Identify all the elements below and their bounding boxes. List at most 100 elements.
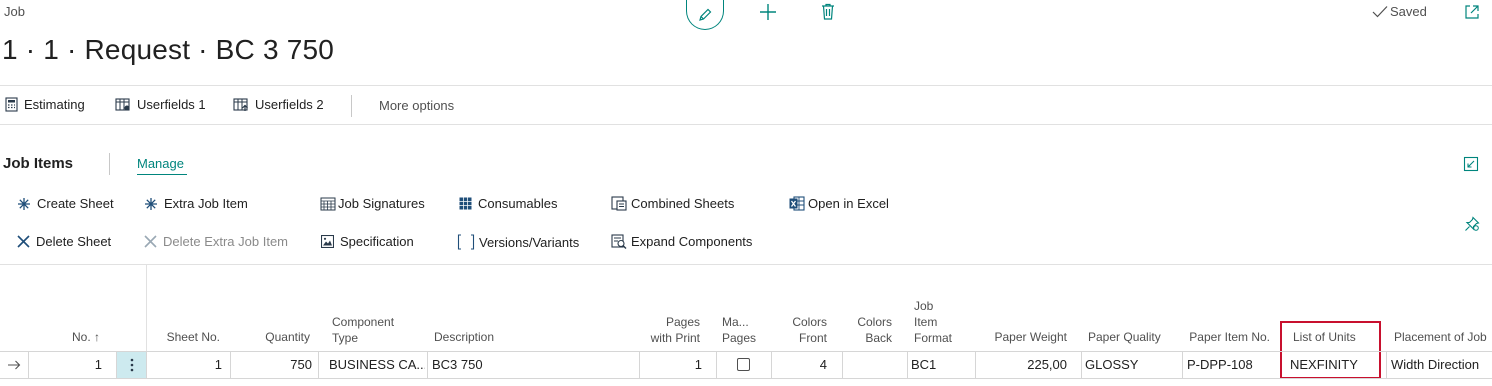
- delete-sheet-action[interactable]: Delete Sheet: [17, 234, 111, 249]
- row-menu-icon: [130, 358, 133, 372]
- delete-extra-job-item-label: Delete Extra Job Item: [163, 234, 288, 249]
- plus-icon: [760, 4, 776, 20]
- combined-sheets-icon: [611, 196, 627, 211]
- cell-paper-weight[interactable]: 225,00: [979, 352, 1067, 378]
- col-header-paper-item-no[interactable]: Paper Item No.: [1180, 329, 1270, 345]
- estimating-action[interactable]: Estimating: [5, 97, 85, 112]
- grid-left-gutter-line: [146, 265, 147, 351]
- col-header-no[interactable]: No. ↑: [40, 329, 100, 345]
- cell-no[interactable]: 1: [30, 352, 102, 378]
- col-header-colors-back[interactable]: Colors Back: [840, 314, 892, 346]
- saved-label: Saved: [1390, 4, 1427, 19]
- cell-divider: [716, 352, 717, 378]
- userfields-icon: [115, 98, 130, 111]
- cell-component-type[interactable]: BUSINESS CA...: [329, 352, 425, 378]
- col-header-description[interactable]: Description: [434, 329, 494, 345]
- col-header-colors-back-line2: Back: [865, 331, 892, 345]
- col-header-ma-pages-line1: Ma...: [722, 315, 749, 329]
- open-in-excel-label: Open in Excel: [808, 196, 889, 211]
- create-sheet-action[interactable]: Create Sheet: [17, 196, 114, 211]
- tab-manage-underline: [137, 174, 187, 175]
- col-header-ma-pages-line2: Pages: [722, 331, 757, 345]
- cell-divider: [907, 352, 908, 378]
- cell-divider: [28, 352, 29, 378]
- cell-divider: [842, 352, 843, 378]
- cell-paper-item-no[interactable]: P-DPP-108: [1187, 352, 1277, 378]
- cell-job-item-format[interactable]: BC1: [911, 352, 971, 378]
- delete-extra-job-item-action[interactable]: Delete Extra Job Item: [144, 234, 288, 249]
- actionbar-divider: [0, 124, 1492, 125]
- col-header-colors-front-line1: Colors: [792, 315, 827, 329]
- col-header-placement-of-job[interactable]: Placement of Job: [1394, 329, 1487, 345]
- col-header-job-item-format-line1: Job: [914, 299, 934, 313]
- col-header-quantity[interactable]: Quantity: [240, 329, 310, 345]
- cell-divider: [146, 352, 147, 378]
- specification-icon: [321, 235, 334, 248]
- cell-list-of-units[interactable]: NEXFINITY: [1290, 352, 1378, 378]
- expand-components-label: Expand Components: [631, 234, 753, 249]
- col-header-pages-with-print[interactable]: Pages with Print: [630, 314, 700, 346]
- cell-sheet-no[interactable]: 1: [150, 352, 222, 378]
- col-header-sheet-no[interactable]: Sheet No.: [150, 329, 220, 345]
- action-separator: [351, 95, 352, 117]
- col-header-colors-front[interactable]: Colors Front: [770, 314, 827, 346]
- edit-icon: [699, 8, 712, 21]
- col-header-ma-pages[interactable]: Ma... Pages: [722, 314, 756, 346]
- tab-manage[interactable]: Manage: [137, 156, 187, 175]
- col-header-component-type-line2: Type: [332, 331, 359, 345]
- col-header-colors-front-line2: Front: [798, 331, 827, 345]
- cell-divider: [639, 352, 640, 378]
- new-button[interactable]: [758, 2, 778, 22]
- userfields1-label: Userfields 1: [137, 97, 206, 112]
- trash-icon: [822, 3, 834, 20]
- breadcrumb: Job: [4, 4, 25, 19]
- job-signatures-label: Job Signatures: [338, 196, 425, 211]
- cell-placement-of-job[interactable]: Width Direction: [1391, 352, 1491, 378]
- cell-description[interactable]: BC3 750: [432, 352, 632, 378]
- combined-sheets-action[interactable]: Combined Sheets: [611, 196, 734, 211]
- col-header-paper-quality[interactable]: Paper Quality: [1088, 329, 1161, 345]
- cell-divider: [1386, 352, 1387, 378]
- col-header-component-type-line1: Component: [332, 315, 395, 329]
- more-options-button[interactable]: More options: [379, 98, 454, 113]
- userfields2-action[interactable]: Userfields 2: [233, 97, 324, 112]
- grid-top-divider: [0, 264, 1492, 265]
- cell-colors-back[interactable]: [846, 352, 896, 378]
- open-in-excel-action[interactable]: Open in Excel: [789, 196, 889, 211]
- versions-variants-action[interactable]: Versions/Variants: [457, 234, 579, 250]
- extra-job-item-action[interactable]: Extra Job Item: [144, 196, 248, 211]
- job-signatures-action[interactable]: Job Signatures: [320, 196, 425, 211]
- versions-variants-label: Versions/Variants: [479, 234, 580, 250]
- specification-action[interactable]: Specification: [321, 234, 414, 249]
- cell-pages-with-print[interactable]: 1: [643, 352, 702, 378]
- col-header-paper-weight[interactable]: Paper Weight: [980, 329, 1068, 345]
- delete-button[interactable]: [820, 3, 836, 21]
- pin-button[interactable]: [1464, 216, 1480, 232]
- row-indicator[interactable]: [0, 352, 28, 378]
- cell-divider: [1182, 352, 1183, 378]
- header-divider: [0, 85, 1492, 86]
- col-header-job-item-format[interactable]: Job Item Format: [914, 298, 952, 346]
- collapse-icon: [1463, 156, 1479, 172]
- cell-divider: [771, 352, 772, 378]
- popout-button[interactable]: [1464, 4, 1480, 20]
- pin-icon: [1465, 216, 1480, 231]
- expand-components-action[interactable]: Expand Components: [611, 234, 752, 249]
- estimating-label: Estimating: [24, 97, 85, 112]
- edit-button[interactable]: [686, 0, 724, 30]
- cell-divider: [318, 352, 319, 378]
- cell-colors-front[interactable]: 4: [775, 352, 827, 378]
- row-menu-button[interactable]: [117, 352, 146, 378]
- cell-paper-quality[interactable]: GLOSSY: [1085, 352, 1177, 378]
- cell-ma-pages-checkbox[interactable]: [737, 358, 750, 371]
- cell-divider: [116, 352, 117, 378]
- userfields2-label: Userfields 2: [255, 97, 324, 112]
- consumables-action[interactable]: Consumables: [459, 196, 558, 211]
- collapse-button[interactable]: [1463, 156, 1479, 172]
- col-header-component-type[interactable]: Component Type: [332, 314, 394, 346]
- cell-quantity[interactable]: 750: [234, 352, 312, 378]
- cell-divider: [230, 352, 231, 378]
- userfields-icon: [233, 98, 248, 111]
- userfields1-action[interactable]: Userfields 1: [115, 97, 206, 112]
- col-header-list-of-units[interactable]: List of Units: [1293, 329, 1356, 345]
